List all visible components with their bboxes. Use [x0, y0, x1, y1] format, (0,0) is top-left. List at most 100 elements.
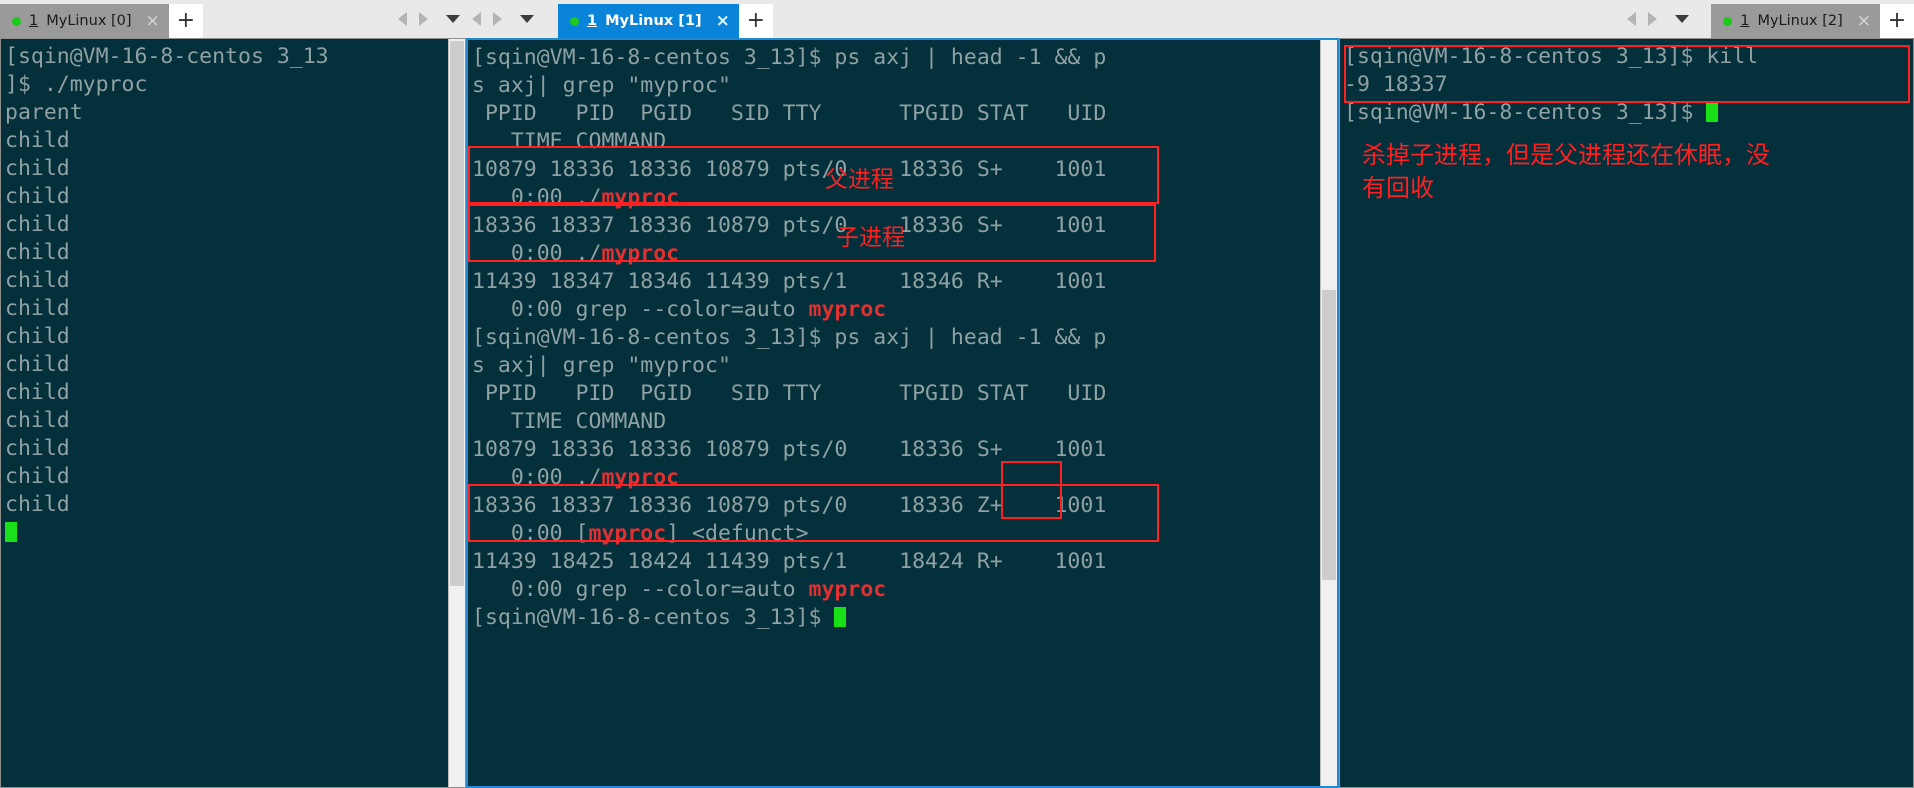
- tab-mylinux-1[interactable]: 1 MyLinux [1] ×: [558, 4, 739, 38]
- terminal-line: 0:00 ./myproc: [472, 240, 1320, 268]
- terminal-body-2[interactable]: [sqin@VM-16-8-centos 3_13]$ kill -9 18337…: [1339, 38, 1914, 788]
- terminal-line: 0:00 [myproc] <defunct>: [472, 520, 1320, 548]
- terminal-output-0[interactable]: [sqin@VM-16-8-centos 3_13]$ ./myproc pare…: [1, 39, 448, 787]
- terminal-text: TIME COMMAND: [472, 129, 667, 154]
- nav-prev-icon[interactable]: [398, 12, 407, 26]
- nav-next-icon[interactable]: [419, 12, 428, 26]
- tabbar-1: 1 MyLinux [1] × +: [466, 0, 1339, 38]
- terminal-line: TIME COMMAND: [472, 128, 1320, 156]
- terminal-match-highlight: myproc: [601, 241, 680, 266]
- terminal-text: 18336 18337 18336 10879 pts/0 18336 Z+ 1…: [472, 493, 1107, 518]
- terminal-line: s axj| grep "myproc": [472, 72, 1320, 100]
- close-icon[interactable]: ×: [716, 12, 730, 30]
- terminal-line: -9 18337: [1344, 72, 1448, 97]
- terminal-line: [sqin@VM-16-8-centos 3_13]$: [472, 604, 1320, 632]
- tab-nav-controls-0: [392, 0, 466, 38]
- close-icon[interactable]: ×: [146, 12, 160, 30]
- chevron-down-icon[interactable]: [520, 15, 534, 23]
- scrollbar-1[interactable]: [1320, 40, 1337, 786]
- scrollbar-0[interactable]: [448, 39, 465, 787]
- terminal-text: [sqin@VM-16-8-centos 3_13]$ ps axj | hea…: [472, 325, 1107, 350]
- terminal-match-highlight: myproc: [588, 521, 667, 546]
- scrollbar-thumb-0[interactable]: [450, 41, 464, 586]
- tab-mylinux-2[interactable]: 1 MyLinux [2] ×: [1711, 4, 1880, 38]
- terminal-cursor: [1706, 102, 1719, 122]
- tab-label: MyLinux [2]: [1757, 13, 1843, 29]
- terminal-line: 0:00 grep --color=auto myproc: [472, 296, 1320, 324]
- terminal-line: [sqin@VM-16-8-centos 3_13]$: [1344, 99, 1913, 127]
- nav-next-icon[interactable]: [493, 12, 502, 26]
- tab-nav-controls-1: [466, 0, 540, 38]
- terminal-text: 0:00 grep --color=auto: [472, 297, 809, 322]
- terminal-output-1[interactable]: [sqin@VM-16-8-centos 3_13]$ ps axj | hea…: [468, 40, 1320, 786]
- new-tab-button[interactable]: +: [738, 4, 773, 38]
- terminal-body-0[interactable]: [sqin@VM-16-8-centos 3_13]$ ./myproc pare…: [0, 38, 466, 788]
- terminal-text: 0:00 [: [472, 521, 589, 546]
- terminal-line: [sqin@VM-16-8-centos 3_13]$ ps axj | hea…: [472, 44, 1320, 72]
- tab-nav-controls-2: [1621, 0, 1695, 38]
- nav-next-icon[interactable]: [1648, 12, 1658, 26]
- terminal-line: 0:00 ./myproc: [472, 464, 1320, 492]
- terminal-body-1[interactable]: [sqin@VM-16-8-centos 3_13]$ ps axj | hea…: [466, 38, 1339, 788]
- terminal-text: 11439 18425 18424 11439 pts/1 18424 R+ 1…: [472, 549, 1107, 574]
- terminal-line: [sqin@VM-16-8-centos 3_13]$ kill: [1344, 44, 1759, 69]
- terminal-line: child: [5, 184, 70, 209]
- scrollbar-thumb-1[interactable]: [1322, 290, 1336, 580]
- terminal-output-2[interactable]: [sqin@VM-16-8-centos 3_13]$ kill -9 18337…: [1340, 39, 1913, 787]
- terminal-match-highlight: myproc: [808, 577, 887, 602]
- terminal-text: s axj| grep "myproc": [472, 73, 731, 98]
- terminal-line: child: [5, 380, 70, 405]
- terminal-line: PPID PID PGID SID TTY TPGID STAT UID: [472, 100, 1320, 128]
- chevron-down-icon[interactable]: [446, 15, 460, 23]
- terminal-line: child: [5, 128, 70, 153]
- terminal-text: [sqin@VM-16-8-centos 3_13]$ ps axj | hea…: [472, 45, 1107, 70]
- terminal-match-highlight: myproc: [808, 297, 887, 322]
- terminal-line: [sqin@VM-16-8-centos 3_13: [5, 44, 329, 69]
- status-dot-icon: [1723, 16, 1733, 26]
- terminal-line: 18336 18337 18336 10879 pts/0 18336 Z+ 1…: [472, 492, 1320, 520]
- terminal-line: 10879 18336 18336 10879 pts/0 18336 S+ 1…: [472, 156, 1320, 184]
- nav-prev-icon[interactable]: [472, 12, 481, 26]
- terminal-line: [sqin@VM-16-8-centos 3_13]$ ps axj | hea…: [472, 324, 1320, 352]
- terminal-cursor: [5, 522, 17, 542]
- terminal-panel-2: 1 MyLinux [2] × + [sqin@VM-16-8-centos 3…: [1339, 0, 1914, 788]
- terminal-line: child: [5, 212, 70, 237]
- terminal-line: 10879 18336 18336 10879 pts/0 18336 S+ 1…: [472, 436, 1320, 464]
- terminal-line: child: [5, 296, 70, 321]
- terminal-multiplexer-window: 1 MyLinux [0] × + [sqin@VM-16-8-centos 3…: [0, 0, 1914, 788]
- terminal-text: 0:00 grep --color=auto: [472, 577, 809, 602]
- terminal-match-highlight: myproc: [601, 465, 680, 490]
- terminal-panel-1: 1 MyLinux [1] × + [sqin@VM-16-8-centos 3…: [466, 0, 1339, 788]
- new-tab-button[interactable]: +: [1880, 4, 1914, 38]
- terminal-text: TIME COMMAND: [472, 409, 667, 434]
- terminal-line: 18336 18337 18336 10879 pts/0 18336 S+ 1…: [472, 212, 1320, 240]
- terminal-line: child: [5, 240, 70, 265]
- nav-prev-icon[interactable]: [1627, 12, 1637, 26]
- chevron-down-icon[interactable]: [1675, 15, 1690, 23]
- terminal-line: PPID PID PGID SID TTY TPGID STAT UID: [472, 380, 1320, 408]
- terminal-panel-0: 1 MyLinux [0] × + [sqin@VM-16-8-centos 3…: [0, 0, 466, 788]
- terminal-text: 0:00 ./: [472, 241, 602, 266]
- terminal-line: 11439 18425 18424 11439 pts/1 18424 R+ 1…: [472, 548, 1320, 576]
- terminal-cursor: [834, 607, 847, 627]
- close-icon[interactable]: ×: [1857, 12, 1871, 30]
- new-tab-button[interactable]: +: [168, 4, 203, 38]
- status-dot-icon: [12, 16, 21, 26]
- terminal-text: 0:00 ./: [472, 185, 602, 210]
- terminal-line: child: [5, 268, 70, 293]
- terminal-text: s axj| grep "myproc": [472, 353, 731, 378]
- tab-label: MyLinux [1]: [605, 13, 702, 29]
- tab-mylinux-0[interactable]: 1 MyLinux [0] ×: [0, 4, 169, 38]
- terminal-line: child: [5, 352, 70, 377]
- terminal-text: 11439 18347 18346 11439 pts/1 18346 R+ 1…: [472, 269, 1107, 294]
- terminal-line: child: [5, 156, 70, 181]
- terminal-text: 10879 18336 18336 10879 pts/0 18336 S+ 1…: [472, 157, 1107, 182]
- terminal-line: child: [5, 464, 70, 489]
- tab-number: 1: [587, 13, 598, 29]
- terminal-line: child: [5, 408, 70, 433]
- terminal-line: 11439 18347 18346 11439 pts/1 18346 R+ 1…: [472, 268, 1320, 296]
- terminal-line: [5, 519, 448, 547]
- terminal-line: 0:00 grep --color=auto myproc: [472, 576, 1320, 604]
- terminal-line: child: [5, 436, 70, 461]
- terminal-line: parent: [5, 100, 83, 125]
